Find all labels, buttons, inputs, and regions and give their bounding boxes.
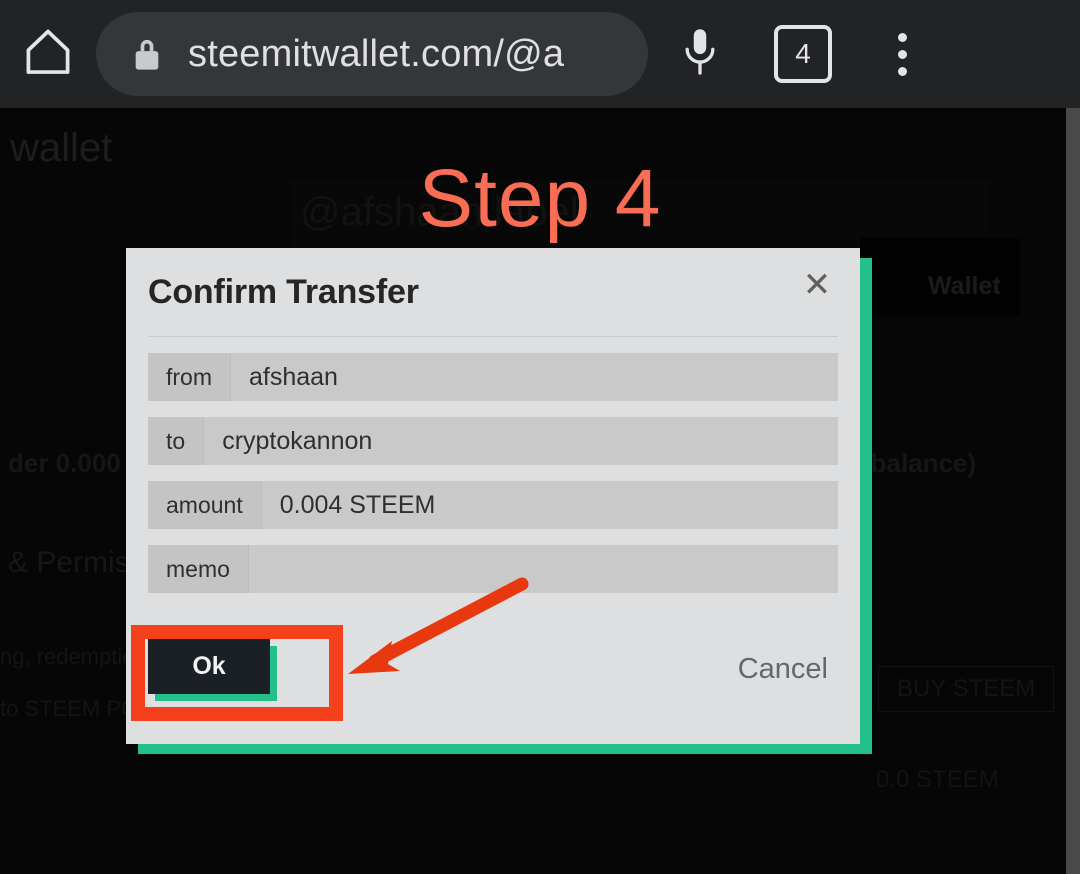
- field-value-amount[interactable]: 0.004 STEEM: [260, 481, 838, 529]
- tab-count-badge: 4: [774, 25, 832, 83]
- field-row-amount: amount 0.004 STEEM: [148, 481, 838, 529]
- home-icon: [20, 24, 76, 85]
- url-text: steemitwallet.com/@a: [188, 32, 565, 75]
- background-wallet-tab: Wallet: [928, 272, 1001, 300]
- field-value-memo[interactable]: [247, 545, 838, 593]
- close-icon[interactable]: ✕: [796, 264, 838, 306]
- step-label: Step 4: [418, 153, 662, 244]
- dialog-footer: Ok Cancel: [126, 609, 860, 729]
- background-steem-right: 0.0 STEEM: [876, 766, 999, 793]
- overflow-menu-icon-dot3: [897, 66, 907, 76]
- dialog-title: Confirm Transfer: [148, 272, 419, 311]
- ok-button[interactable]: Ok: [148, 639, 270, 694]
- dialog-header: Confirm Transfer ✕: [126, 248, 860, 336]
- field-label-amount: amount: [148, 481, 261, 529]
- tab-switcher-button[interactable]: 4: [752, 0, 854, 108]
- background-balance-right: (balance): [862, 448, 977, 478]
- overflow-menu-icon-dot2: [897, 49, 907, 59]
- dialog-body: from afshaan to cryptokannon amount 0.00…: [126, 337, 860, 593]
- field-row-from: from afshaan: [148, 353, 838, 401]
- field-row-to: to cryptokannon: [148, 417, 838, 465]
- background-buy-steem-button[interactable]: BUY STEEM: [878, 666, 1055, 712]
- lock-icon: [130, 34, 164, 74]
- field-value-from[interactable]: afshaan: [230, 353, 838, 401]
- overflow-menu-button[interactable]: [854, 0, 950, 108]
- field-value-to[interactable]: cryptokannon: [203, 417, 838, 465]
- home-button[interactable]: [0, 0, 96, 108]
- url-bar[interactable]: steemitwallet.com/@a: [96, 12, 648, 96]
- field-label-memo: memo: [148, 545, 248, 593]
- cancel-button[interactable]: Cancel: [738, 653, 838, 686]
- confirm-transfer-dialog: Confirm Transfer ✕ from afshaan to crypt…: [126, 248, 860, 744]
- field-label-from: from: [148, 353, 230, 401]
- overflow-menu-icon: [897, 32, 907, 42]
- ok-button-wrapper: Ok: [148, 639, 278, 701]
- browser-toolbar: steemitwallet.com/@a 4: [0, 0, 1080, 108]
- field-label-to: to: [148, 417, 204, 465]
- field-row-memo: memo: [148, 545, 838, 593]
- microphone-button[interactable]: [648, 0, 752, 108]
- microphone-icon: [678, 24, 722, 85]
